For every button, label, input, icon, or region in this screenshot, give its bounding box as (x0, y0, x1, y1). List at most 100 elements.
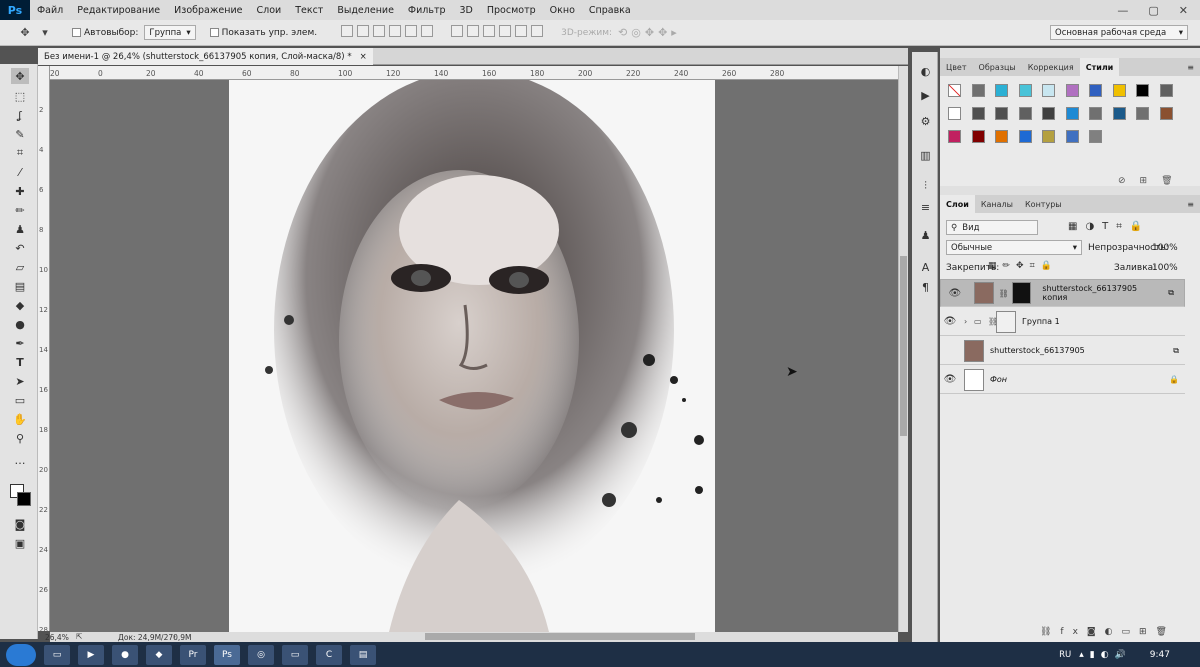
vertical-scrollbar[interactable] (898, 66, 908, 632)
tab-adjustments[interactable]: Коррекция (1022, 58, 1080, 76)
app-taskbar-icon[interactable]: ▭ (282, 644, 308, 665)
style-swatch[interactable] (1136, 107, 1149, 120)
style-swatch[interactable] (995, 107, 1008, 120)
chevron-down-icon[interactable]: ▾ (38, 26, 52, 40)
app-taskbar-icon[interactable]: C (316, 644, 342, 665)
style-swatch[interactable] (1042, 84, 1055, 97)
media-player-taskbar-icon[interactable]: ▶ (78, 644, 104, 665)
zoom-level[interactable]: 26,4% (45, 633, 69, 642)
style-swatch[interactable] (1112, 107, 1126, 120)
style-swatch[interactable] (1065, 107, 1079, 120)
menu-help[interactable]: Справка (582, 5, 638, 16)
language-indicator[interactable]: RU (1059, 650, 1071, 660)
opacity-value[interactable]: 100% (1152, 243, 1178, 253)
layers-footer-icons[interactable]: ⛓fx◙◐▭⊞🗑 (1040, 627, 1176, 637)
close-button[interactable]: ✕ (1179, 4, 1188, 17)
style-swatch[interactable] (1089, 130, 1102, 143)
menu-view[interactable]: Просмотр (480, 5, 543, 16)
show-controls-checkbox[interactable] (209, 28, 219, 37)
hand-tool-icon[interactable]: ✋ (11, 411, 29, 427)
align-top-icon[interactable] (341, 25, 354, 37)
chevron-right-icon[interactable]: › (173, 632, 176, 641)
history-brush-tool-icon[interactable]: ↶ (11, 240, 29, 256)
menu-3d[interactable]: 3D (453, 5, 480, 16)
menu-type[interactable]: Текст (288, 5, 330, 16)
layer-row[interactable]: 👁 › ▭ ⛓ Группа 1 (940, 308, 1185, 336)
stamp-tool-icon[interactable]: ♟ (11, 221, 29, 237)
eraser-tool-icon[interactable]: ▱ (11, 259, 29, 275)
align-hcenter-icon[interactable] (405, 25, 418, 37)
tab-styles[interactable]: Стили (1079, 58, 1120, 76)
eyedropper-tool-icon[interactable]: ⁄ (11, 164, 29, 180)
align-right-icon[interactable] (421, 25, 434, 37)
layer-mask-thumbnail[interactable] (1011, 282, 1032, 304)
menu-layers[interactable]: Слои (249, 5, 288, 16)
document-canvas[interactable] (229, 80, 715, 632)
style-swatch[interactable] (1042, 130, 1055, 143)
screen-mode-icon[interactable]: ▣ (11, 535, 29, 551)
fill-value[interactable]: 100% (1152, 263, 1178, 273)
autoselect-checkbox[interactable] (72, 28, 81, 37)
adjustments-icon[interactable]: ⫶ (918, 178, 933, 193)
panel-menu-icon[interactable]: ≡ (1181, 58, 1200, 76)
play-action-icon[interactable]: ▶ (918, 88, 933, 103)
link-icon[interactable]: ⛓ (999, 289, 1009, 298)
panel-menu-icon[interactable]: ≡ (1181, 195, 1200, 213)
brush-settings-icon[interactable]: ≡ (918, 200, 933, 215)
chrome-taskbar-icon[interactable]: ◎ (248, 644, 274, 665)
distribute-icon[interactable] (515, 25, 528, 37)
style-swatch[interactable] (1065, 84, 1079, 97)
blend-mode-dropdown[interactable]: Обычные ▾ (946, 240, 1082, 255)
blur-tool-icon[interactable]: ◆ (11, 297, 29, 313)
export-icon[interactable]: ⇱ (76, 632, 82, 641)
styles-footer-icons[interactable]: ⊘⊞🗑 (1118, 176, 1187, 186)
style-swatch[interactable] (971, 107, 985, 120)
quick-select-tool-icon[interactable]: ✎ (11, 126, 29, 142)
menu-image[interactable]: Изображение (167, 5, 249, 16)
zoom-tool-icon[interactable]: ⚲ (11, 430, 29, 446)
app-taskbar-icon[interactable]: ▤ (350, 644, 376, 665)
workspace-dropdown[interactable]: Основная рабочая среда ▾ (1050, 25, 1188, 40)
menu-window[interactable]: Окно (543, 5, 582, 16)
crop-tool-icon[interactable]: ⌗ (11, 145, 29, 161)
align-left-icon[interactable] (389, 25, 402, 37)
chevron-right-icon[interactable]: › (964, 317, 974, 326)
lock-icons[interactable]: ▦✏✥⌗🔒 (988, 261, 1058, 271)
style-swatch[interactable] (995, 84, 1008, 97)
distribute-icon[interactable] (499, 25, 512, 37)
path-select-tool-icon[interactable]: ➤ (11, 373, 29, 389)
distribute-icon[interactable] (451, 25, 464, 37)
style-swatch[interactable] (1089, 107, 1102, 120)
brush-tool-icon[interactable]: ✏ (11, 202, 29, 218)
visibility-eye-icon[interactable]: 👁 (940, 374, 960, 385)
type-tool-icon[interactable]: T (11, 354, 29, 370)
layer-row[interactable]: 👁 Фон 🔒 (940, 366, 1185, 394)
move-tool-icon[interactable]: ✥ (18, 26, 32, 40)
history-icon[interactable]: ▥ (918, 148, 933, 163)
distribute-icon[interactable] (467, 25, 480, 37)
style-swatch[interactable] (1042, 107, 1055, 120)
style-swatch[interactable] (971, 130, 985, 143)
distribute-icon[interactable] (531, 25, 544, 37)
kind-filter-dropdown[interactable]: ⚲ Вид (946, 220, 1038, 235)
tab-swatches[interactable]: Образцы (973, 58, 1022, 76)
start-button[interactable] (6, 643, 36, 666)
close-tab-icon[interactable]: × (360, 52, 367, 62)
autoselect-dropdown[interactable]: Группа ▾ (144, 25, 196, 40)
color-palette-icon[interactable]: ◐ (918, 64, 933, 79)
paragraph-icon[interactable]: ¶ (918, 280, 933, 295)
style-swatch[interactable] (1112, 84, 1126, 97)
menu-edit[interactable]: Редактирование (70, 5, 167, 16)
dodge-tool-icon[interactable]: ● (11, 316, 29, 332)
style-swatch[interactable] (1018, 84, 1032, 97)
horizontal-scroll-thumb[interactable] (425, 633, 695, 640)
layer-row[interactable]: shutterstock_66137905 ⧉ (940, 337, 1185, 365)
app-taskbar-icon[interactable]: ◆ (146, 644, 172, 665)
lasso-tool-icon[interactable]: ʆ (11, 107, 29, 123)
style-swatch[interactable] (948, 107, 961, 120)
character-icon[interactable]: A (918, 260, 933, 275)
no-style-swatch[interactable] (948, 84, 961, 97)
menu-file[interactable]: Файл (30, 5, 70, 16)
visibility-eye-icon[interactable]: 👁 (945, 288, 965, 299)
tab-layers[interactable]: Слои (940, 195, 975, 213)
